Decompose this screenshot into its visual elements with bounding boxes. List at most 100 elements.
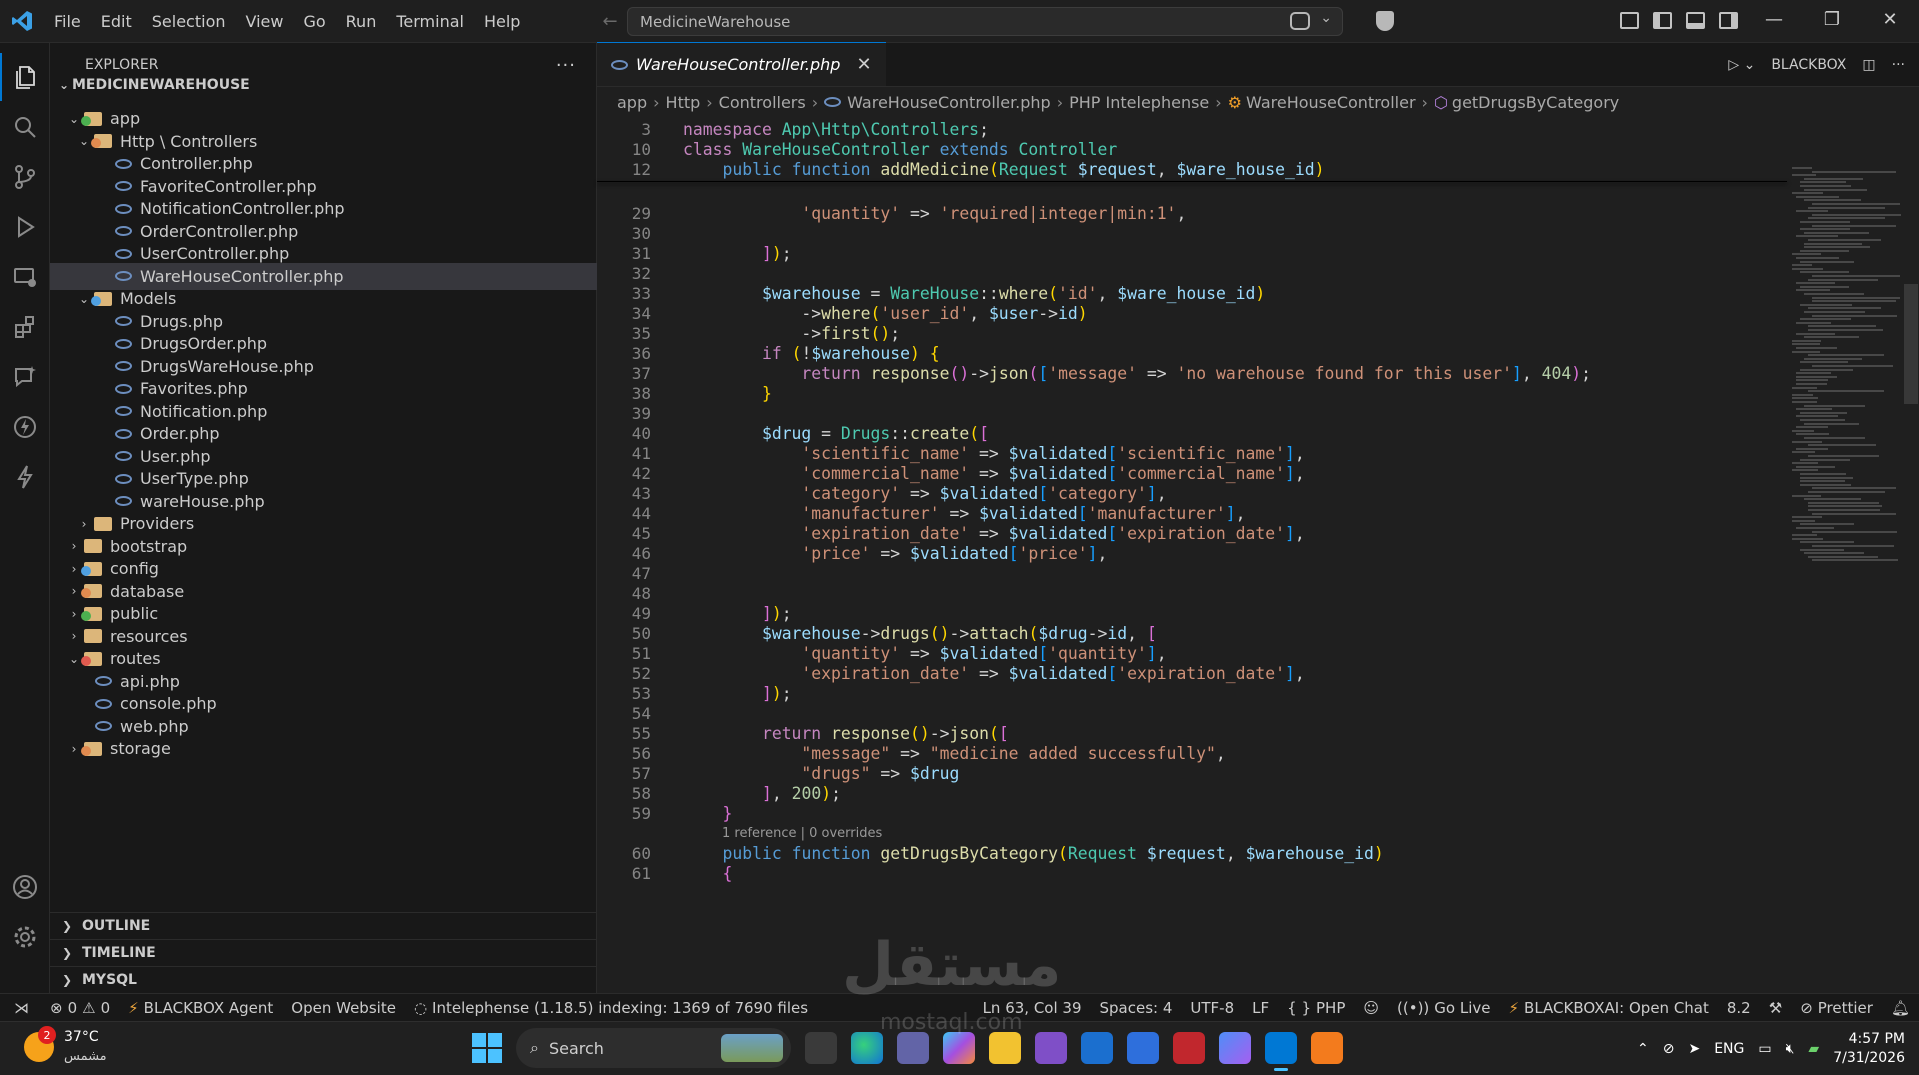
codelens-references[interactable]: 1 reference | 0 overrides xyxy=(722,826,882,841)
gemini-icon[interactable] xyxy=(1219,1032,1251,1064)
teams-icon[interactable] xyxy=(897,1032,929,1064)
network-off-icon[interactable]: ⊘ xyxy=(1663,1041,1675,1057)
code-line[interactable]: 61 { xyxy=(597,861,733,885)
remote-indicator-icon[interactable]: ⋊ xyxy=(0,999,41,1017)
code-line[interactable]: 59 } xyxy=(597,801,733,825)
minimize-icon[interactable]: — xyxy=(1745,0,1803,43)
breadcrumb-controllers[interactable]: Controllers xyxy=(719,93,806,112)
toggle-primary-sidebar-icon[interactable] xyxy=(1653,12,1672,29)
extensions-icon[interactable] xyxy=(0,303,50,351)
open-website[interactable]: Open Website xyxy=(282,999,405,1017)
explorer-root-folder[interactable]: ⌄ MEDICINEWAREHOUSE xyxy=(50,71,597,98)
toggle-panel-icon[interactable] xyxy=(1686,12,1705,29)
microsoft-store-icon[interactable] xyxy=(1081,1032,1113,1064)
indentation[interactable]: Spaces: 4 xyxy=(1091,999,1182,1017)
blackbox-agent[interactable]: ⚡ BLACKBOX Agent xyxy=(119,999,282,1017)
more-actions-icon[interactable]: ··· xyxy=(1892,57,1905,73)
run-file-icon[interactable]: ▷ ⌄ xyxy=(1728,57,1755,73)
vscode-taskbar-icon[interactable] xyxy=(1265,1032,1297,1071)
customize-layout-icon[interactable] xyxy=(1620,12,1639,29)
menu-run[interactable]: Run xyxy=(336,0,387,43)
start-windows-icon[interactable] xyxy=(472,1033,502,1063)
account-icon[interactable] xyxy=(0,863,50,911)
split-editor-icon[interactable]: ◫ xyxy=(1862,57,1875,73)
menu-go[interactable]: Go xyxy=(293,0,335,43)
edge-browser-icon[interactable] xyxy=(851,1032,883,1064)
breadcrumb-http[interactable]: Http xyxy=(666,93,701,112)
blackbox-run-label[interactable]: BLACKBOX xyxy=(1771,57,1846,73)
menu-terminal[interactable]: Terminal xyxy=(386,0,474,43)
run-debug-icon[interactable] xyxy=(0,203,50,251)
encoding[interactable]: UTF-8 xyxy=(1181,999,1243,1017)
file-explorer-icon[interactable] xyxy=(989,1032,1021,1064)
chevron-down-icon: ⌄ xyxy=(58,77,70,92)
input-language[interactable]: ENG xyxy=(1714,1041,1744,1057)
close-window-icon[interactable]: ✕ xyxy=(1861,0,1919,43)
chat-icon[interactable] xyxy=(0,353,50,401)
source-control-icon[interactable] xyxy=(0,153,50,201)
chevron-down-icon[interactable]: ⌄ xyxy=(1320,10,1332,26)
php-file-icon xyxy=(112,493,134,509)
xampp-icon[interactable] xyxy=(1311,1032,1343,1064)
sticky-line[interactable]: 12 public function addMedicine(Request $… xyxy=(597,157,1325,181)
lightning-icon[interactable] xyxy=(0,453,50,501)
mcafee-icon[interactable] xyxy=(1173,1032,1205,1064)
weather-widget[interactable]: 2 37°C مشمس xyxy=(24,1026,107,1066)
tree-item-label: public xyxy=(110,604,159,623)
copilot-app-icon[interactable] xyxy=(943,1032,975,1064)
battery-icon[interactable]: ▰ xyxy=(1808,1041,1819,1057)
prettier[interactable]: ⊘ Prettier xyxy=(1791,999,1882,1017)
folder-item[interactable]: › storage xyxy=(50,735,597,762)
language-mode[interactable]: { } PHP xyxy=(1278,999,1354,1017)
wrench-icon[interactable]: ⚒ xyxy=(1760,999,1791,1017)
taskbar-search[interactable]: ⌕ Search xyxy=(516,1028,791,1068)
code-editor[interactable]: 3 namespace App\Http\Controllers; 10 class… xyxy=(597,117,1919,993)
menu-help[interactable]: Help xyxy=(474,0,530,43)
menu-selection[interactable]: Selection xyxy=(142,0,236,43)
send-icon[interactable]: ➤ xyxy=(1688,1041,1700,1057)
accounts-shield-icon[interactable] xyxy=(1376,11,1394,31)
tab-warehousecontroller[interactable]: WareHouseController.php ✕ xyxy=(597,42,886,86)
close-tab-icon[interactable]: ✕ xyxy=(856,54,871,75)
toggle-secondary-sidebar-icon[interactable] xyxy=(1719,12,1738,29)
notifications-bell-icon[interactable]: 🔔︎ xyxy=(1882,999,1919,1017)
problems-indicator[interactable]: ⊗ 0 ⚠ 0 xyxy=(41,999,119,1017)
display-icon[interactable]: ▭ xyxy=(1758,1041,1771,1057)
azure-data-studio-icon[interactable] xyxy=(1127,1032,1159,1064)
menu-file[interactable]: File xyxy=(44,0,91,43)
minimap[interactable] xyxy=(1782,167,1919,587)
end-of-line[interactable]: LF xyxy=(1243,999,1278,1017)
copilot-icon[interactable] xyxy=(1290,12,1310,30)
blackbox-icon[interactable] xyxy=(0,403,50,451)
outline-section[interactable]: ❯ OUTLINE xyxy=(50,912,597,939)
maximize-icon[interactable]: ❐ xyxy=(1803,0,1861,43)
search-icon[interactable] xyxy=(0,103,50,151)
breadcrumb-file[interactable]: WareHouseController.php xyxy=(847,93,1051,112)
breadcrumb-class[interactable]: WareHouseController xyxy=(1246,93,1416,112)
breadcrumb-app[interactable]: app xyxy=(617,93,647,112)
settings-gear-icon[interactable] xyxy=(0,913,50,961)
go-live[interactable]: ((•)) Go Live xyxy=(1388,999,1499,1017)
menu-edit[interactable]: Edit xyxy=(91,0,142,43)
remote-explorer-icon[interactable] xyxy=(0,253,50,301)
minimap-line xyxy=(1812,300,1896,303)
command-center[interactable]: MedicineWarehouse ⌄ xyxy=(627,7,1343,36)
visual-studio-icon[interactable] xyxy=(1035,1032,1067,1064)
show-hidden-icons-icon[interactable]: ⌃ xyxy=(1637,1041,1649,1057)
clock[interactable]: 4:57 PM 7/31/2026 xyxy=(1833,1030,1905,1068)
php-version[interactable]: 8.2 xyxy=(1718,999,1760,1017)
breadcrumb-method[interactable]: getDrugsByCategory xyxy=(1452,93,1619,112)
scrollbar-thumb[interactable] xyxy=(1904,284,1918,404)
copilot-status-icon[interactable]: ☺ xyxy=(1354,999,1388,1017)
breadcrumb-intelephense[interactable]: PHP Intelephense xyxy=(1069,93,1209,112)
indexing-status[interactable]: ◌ Intelephense (1.18.5) indexing: 1369 of… xyxy=(405,999,817,1017)
volume-muted-icon[interactable]: 🔇︎ xyxy=(1786,1041,1795,1057)
back-arrow-icon[interactable]: ← xyxy=(602,11,617,32)
menu-view[interactable]: View xyxy=(236,0,294,43)
mysql-section[interactable]: ❯ MYSQL xyxy=(50,966,597,993)
explorer-icon[interactable] xyxy=(0,53,50,101)
blackbox-chat[interactable]: ⚡ BLACKBOXAI: Open Chat xyxy=(1499,999,1717,1017)
task-view-icon[interactable] xyxy=(805,1032,837,1064)
timeline-section[interactable]: ❯ TIMELINE xyxy=(50,939,597,966)
line-number: 41 xyxy=(631,443,651,463)
